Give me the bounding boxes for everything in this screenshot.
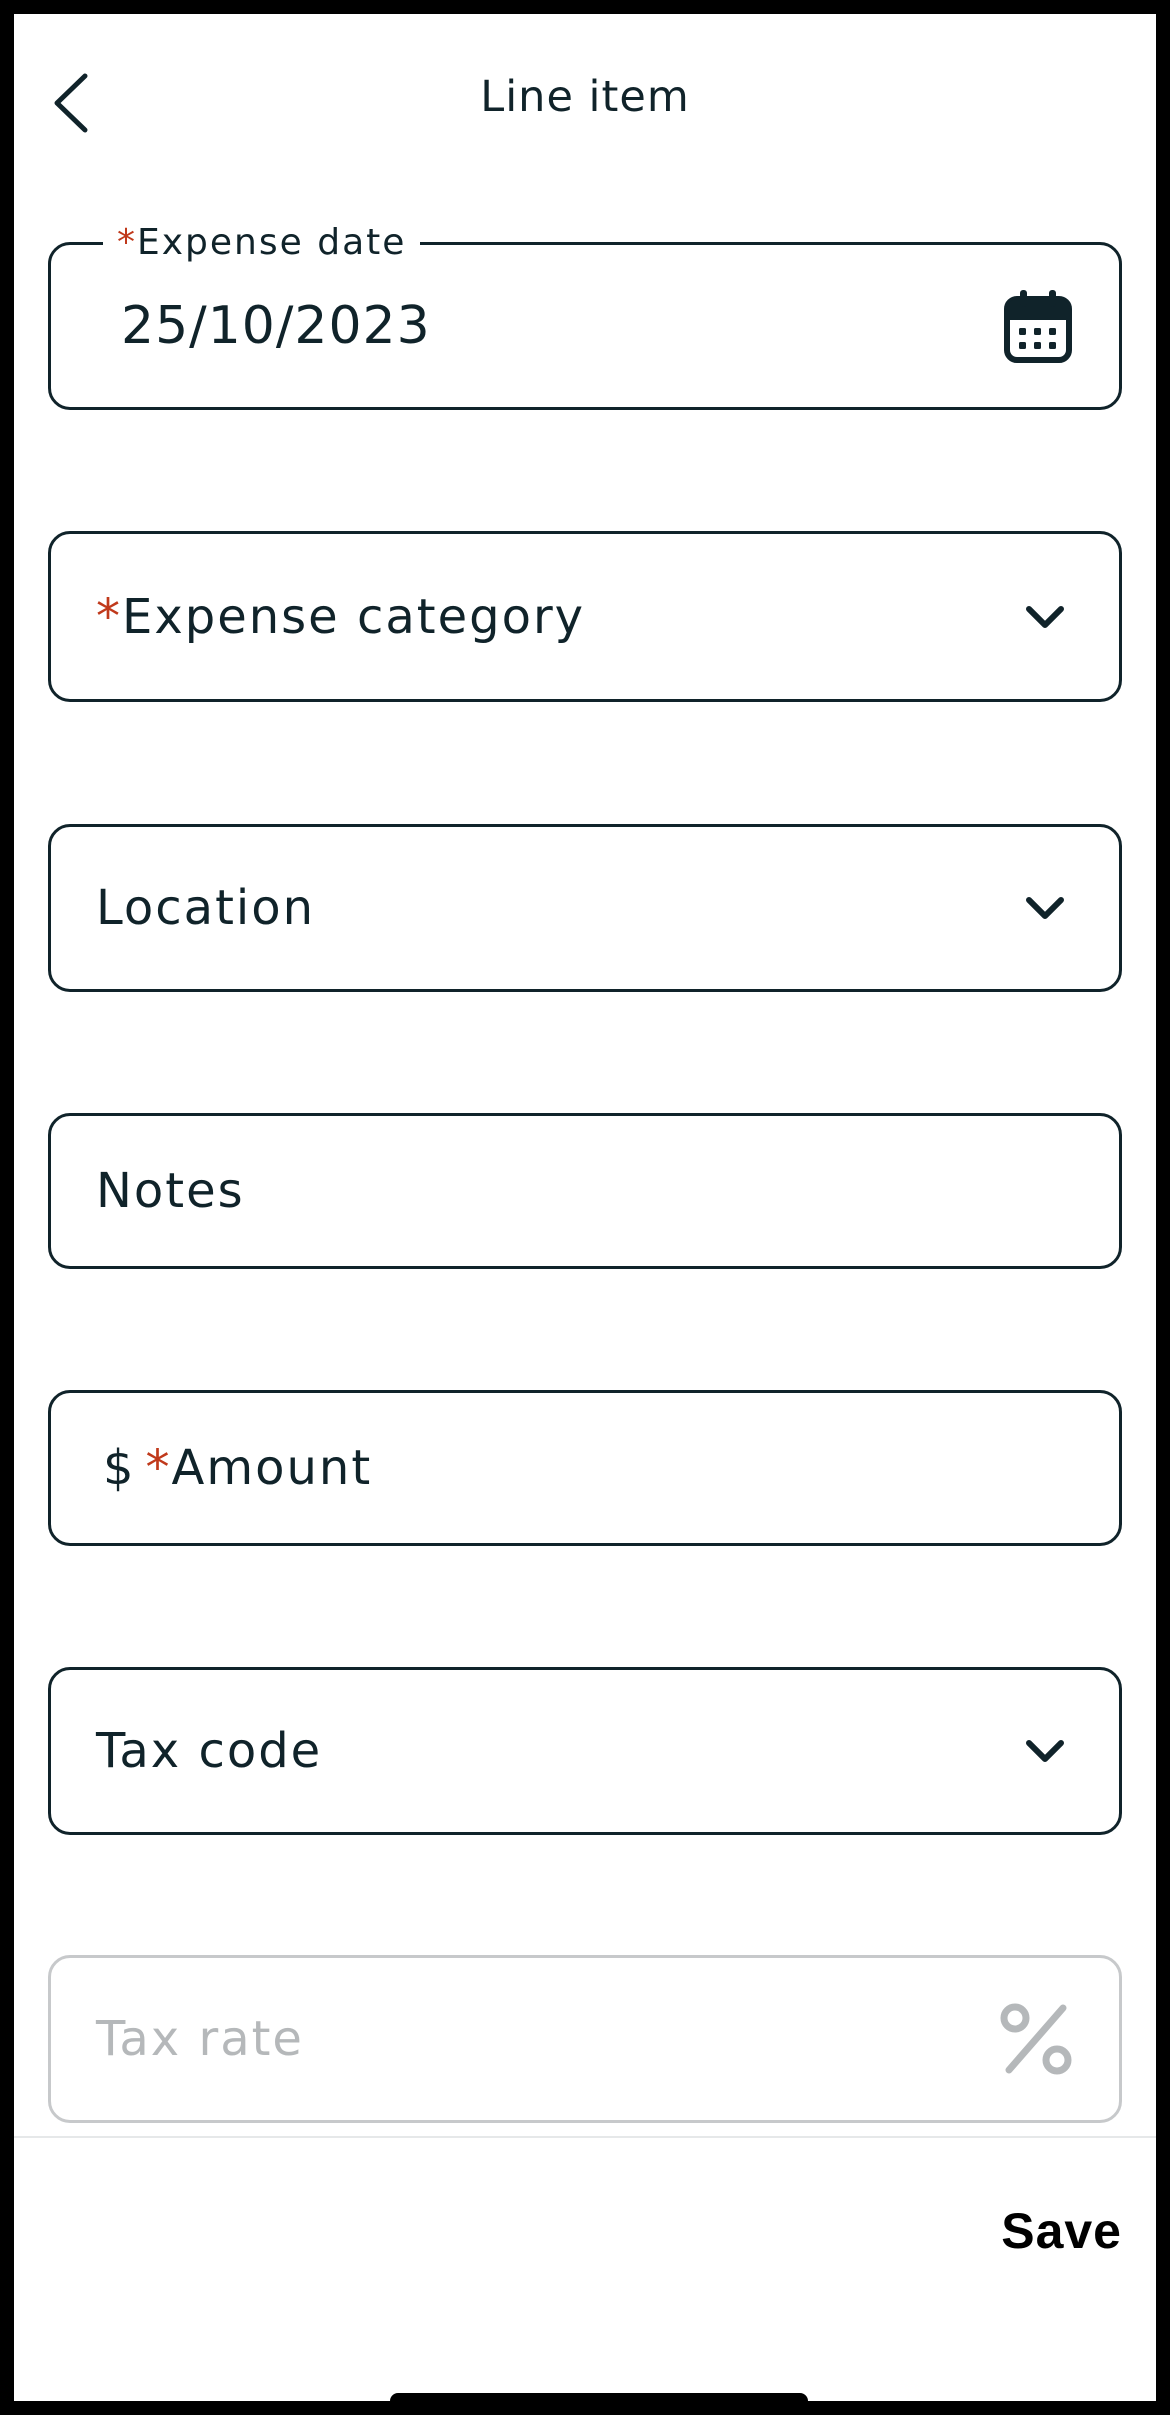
footer-divider bbox=[14, 2136, 1156, 2138]
tax-rate-placeholder: Tax rate bbox=[96, 2011, 304, 2067]
required-mark: * bbox=[145, 1440, 172, 1496]
expense-category-placeholder: *Expense category bbox=[96, 588, 586, 645]
required-mark: * bbox=[96, 588, 122, 645]
notes-input[interactable]: Notes bbox=[48, 1113, 1122, 1269]
page-title: Line item bbox=[480, 72, 690, 122]
tax-code-placeholder: Tax code bbox=[96, 1723, 323, 1779]
location-select[interactable]: Location bbox=[48, 824, 1122, 992]
location-placeholder: Location bbox=[96, 880, 316, 936]
calendar-icon[interactable] bbox=[1003, 288, 1073, 364]
screen: Line item *Expense date 25/10/2023 *Expe… bbox=[0, 0, 1170, 2415]
percent-icon bbox=[1000, 2003, 1072, 2075]
expense-date-value: 25/10/2023 bbox=[121, 296, 431, 356]
tax-code-select[interactable]: Tax code bbox=[48, 1667, 1122, 1835]
amount-placeholder: $ *Amount bbox=[103, 1440, 373, 1496]
chevron-down-icon bbox=[1023, 1729, 1067, 1773]
expense-category-select[interactable]: *Expense category bbox=[48, 531, 1122, 702]
required-mark: * bbox=[117, 222, 137, 263]
chevron-down-icon bbox=[1023, 595, 1067, 639]
expense-date-field[interactable]: *Expense date 25/10/2023 bbox=[48, 221, 1122, 410]
chevron-down-icon bbox=[1023, 886, 1067, 930]
home-indicator[interactable] bbox=[390, 2393, 808, 2401]
save-button[interactable]: Save bbox=[1001, 2202, 1122, 2260]
tax-rate-input: Tax rate bbox=[48, 1955, 1122, 2123]
expense-date-label: *Expense date bbox=[103, 221, 421, 265]
expense-date-label-text: Expense date bbox=[137, 222, 407, 263]
currency-symbol: $ bbox=[103, 1440, 136, 1496]
notes-placeholder: Notes bbox=[96, 1163, 245, 1219]
amount-input[interactable]: $ *Amount bbox=[48, 1390, 1122, 1546]
